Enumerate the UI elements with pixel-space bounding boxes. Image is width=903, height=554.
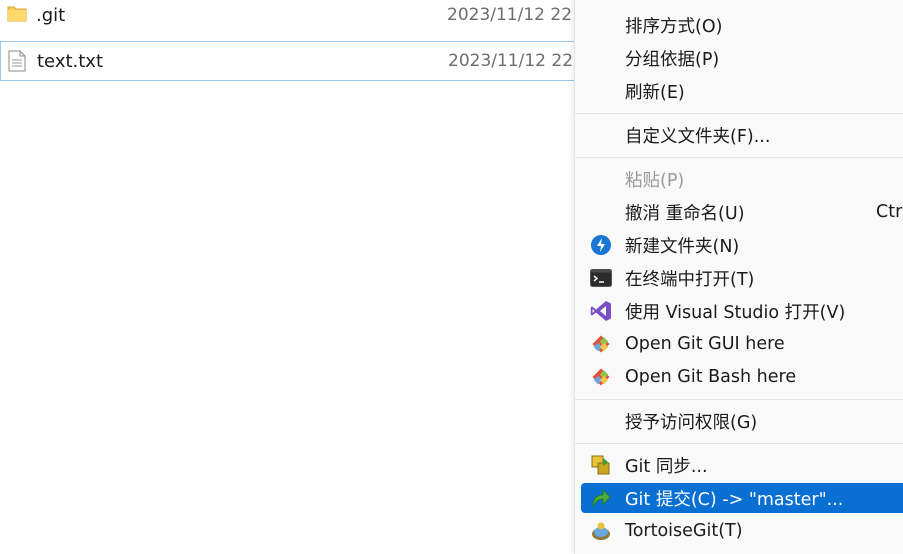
menu-item-tortoisegit[interactable]: TortoiseGit(T) — [581, 516, 903, 546]
menu-item-new-folder[interactable]: 新建文件夹(N) — [581, 230, 903, 260]
menu-item-grant-access[interactable]: 授予访问权限(G) — [581, 406, 903, 436]
git-bash-icon — [590, 366, 612, 388]
folder-icon — [7, 4, 27, 26]
menu-item-label: Open Git GUI here — [625, 334, 785, 354]
menu-item-label: 自定义文件夹(F)... — [625, 126, 771, 147]
menu-item-label: 粘贴(P) — [625, 170, 685, 191]
menu-item-shortcut: Ctrl — [876, 202, 903, 222]
visual-studio-icon — [590, 300, 612, 322]
menu-item-label: 分组依据(P) — [625, 49, 720, 70]
menu-separator — [575, 157, 903, 158]
file-name: text.txt — [37, 50, 104, 72]
menu-separator — [575, 443, 903, 444]
context-menu: 排序方式(O) 分组依据(P) 刷新(E) 自定义文件夹(F)... 粘贴(P)… — [574, 0, 903, 554]
menu-item-open-git-gui[interactable]: Open Git GUI here — [581, 329, 903, 359]
menu-item-open-in-terminal[interactable]: 在终端中打开(T) — [581, 263, 903, 293]
menu-separator — [575, 113, 903, 114]
git-commit-icon — [590, 487, 612, 509]
git-sync-icon — [590, 454, 612, 476]
menu-item-git-sync[interactable]: Git 同步... — [581, 450, 903, 480]
menu-item-label: Git 提交(C) -> "master"... — [625, 489, 844, 510]
menu-item-git-commit[interactable]: Git 提交(C) -> "master"... — [581, 483, 903, 513]
menu-item-paste: 粘贴(P) — [581, 164, 903, 194]
menu-item-label: 使用 Visual Studio 打开(V) — [625, 302, 846, 323]
menu-item-open-visual-studio[interactable]: 使用 Visual Studio 打开(V) — [581, 296, 903, 326]
tortoisegit-icon — [590, 520, 612, 542]
file-row-text[interactable]: text.txt 2023/11/12 22 — [0, 41, 580, 81]
menu-item-label: Open Git Bash here — [625, 367, 797, 387]
menu-item-customize-folder[interactable]: 自定义文件夹(F)... — [581, 120, 903, 150]
text-file-icon — [8, 50, 28, 72]
menu-item-label: 撤消 重命名(U) — [625, 203, 745, 224]
menu-item-undo-rename[interactable]: 撤消 重命名(U) Ctrl — [581, 197, 903, 227]
menu-item-label: 排序方式(O) — [625, 16, 723, 37]
menu-item-label: 新建文件夹(N) — [625, 236, 740, 257]
file-date: 2023/11/12 22 — [447, 5, 573, 25]
menu-item-label: 刷新(E) — [625, 82, 685, 103]
menu-item-sort-by[interactable]: 排序方式(O) — [581, 10, 903, 40]
new-folder-icon — [590, 234, 612, 256]
file-name: .git — [36, 4, 66, 26]
file-date: 2023/11/12 22 — [448, 51, 574, 71]
git-gui-icon — [590, 333, 612, 355]
menu-item-label: 在终端中打开(T) — [625, 269, 755, 290]
menu-item-open-git-bash[interactable]: Open Git Bash here — [581, 362, 903, 392]
menu-separator — [575, 399, 903, 400]
menu-item-group-by[interactable]: 分组依据(P) — [581, 43, 903, 73]
menu-item-label: Git 同步... — [625, 456, 708, 477]
menu-item-label: TortoiseGit(T) — [625, 521, 743, 541]
terminal-icon — [590, 267, 612, 289]
file-row-git[interactable]: .git 2023/11/12 22 — [0, 0, 580, 34]
file-list: .git 2023/11/12 22 text.txt 2023/11/12 2… — [0, 0, 580, 541]
menu-item-label: 授予访问权限(G) — [625, 412, 758, 433]
menu-item-refresh[interactable]: 刷新(E) — [581, 76, 903, 106]
